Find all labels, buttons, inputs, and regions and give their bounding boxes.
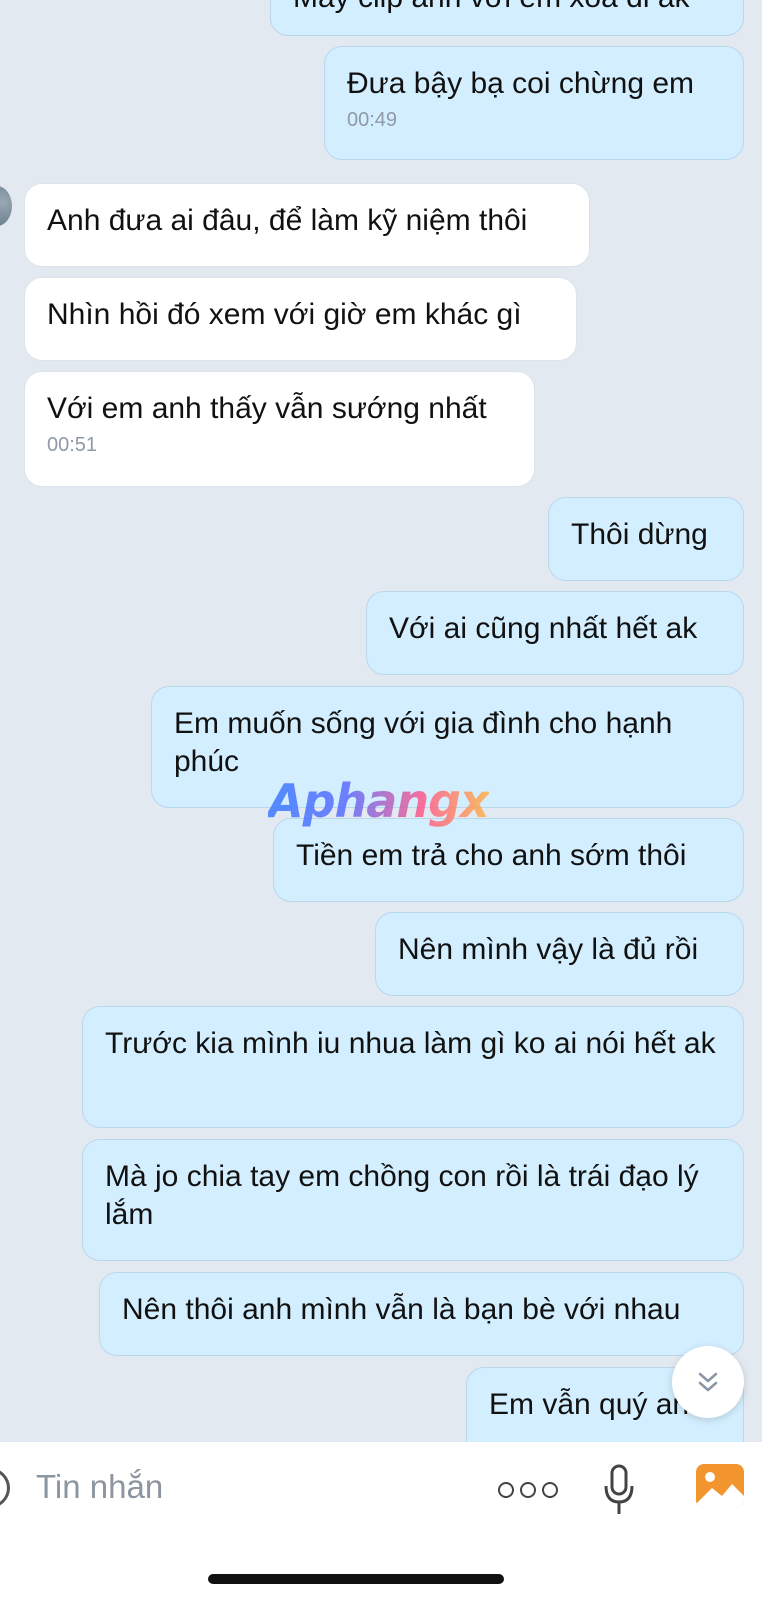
- message-text: Nên mình vậy là đủ rồi: [398, 933, 699, 966]
- message-bubble-outgoing[interactable]: Nên thôi anh mình vẫn là bạn bè với nhau: [99, 1272, 744, 1356]
- message-bubble-outgoing[interactable]: Thôi dừng: [548, 497, 744, 581]
- message-text: Mấy clip anh với em xóa đi ak: [293, 0, 721, 17]
- more-icon[interactable]: [498, 1482, 558, 1498]
- home-indicator[interactable]: [208, 1574, 504, 1584]
- message-bubble-outgoing[interactable]: Mà jo chia tay em chồng con rồi là trái …: [82, 1139, 744, 1261]
- emoji-icon[interactable]: [0, 1468, 10, 1508]
- dot: [498, 1482, 514, 1498]
- message-text: Mà jo chia tay em chồng con rồi là trái …: [105, 1160, 699, 1231]
- message-text: Thôi dừng: [571, 518, 708, 551]
- message-time: 00:51: [47, 434, 98, 456]
- message-text: Tiền em trả cho anh sớm thôi: [296, 839, 687, 872]
- message-bubble-incoming[interactable]: Với em anh thấy vẫn sướng nhất 00:51: [24, 371, 535, 487]
- image-glyph: [696, 1472, 744, 1508]
- message-bubble-outgoing[interactable]: Với ai cũng nhất hết ak: [366, 591, 744, 675]
- double-chevron-down-icon: [698, 1372, 718, 1392]
- watermark-logo: Aphangx: [268, 774, 490, 828]
- message-bubble-outgoing[interactable]: Nên mình vậy là đủ rồi: [375, 912, 744, 996]
- message-bubble-incoming[interactable]: Anh đưa ai đâu, để làm kỹ niệm thôi: [24, 183, 590, 267]
- message-text: Với ai cũng nhất hết ak: [389, 612, 698, 645]
- message-text: Anh đưa ai đâu, để làm kỹ niệm thôi: [47, 204, 528, 237]
- message-time: 00:49: [347, 109, 398, 131]
- message-text: Nhìn hồi đó xem với giờ em khác gì: [47, 298, 522, 331]
- message-list[interactable]: Mấy clip anh với em xóa đi ak Đưa bậy bạ…: [0, 0, 762, 1442]
- message-bubble-outgoing[interactable]: Trước kia mình iu nhua làm gì ko ai nói …: [82, 1006, 744, 1128]
- mic-icon[interactable]: [602, 1464, 636, 1516]
- message-bubble-outgoing[interactable]: Đưa bậy bạ coi chừng em 00:49: [324, 46, 744, 160]
- message-bubble-outgoing[interactable]: Tiền em trả cho anh sớm thôi: [273, 818, 744, 902]
- message-text: Trước kia mình iu nhua làm gì ko ai nói …: [105, 1027, 716, 1060]
- scroll-to-bottom-button[interactable]: [672, 1346, 744, 1418]
- message-bubble-incoming[interactable]: Nhìn hồi đó xem với giờ em khác gì: [24, 277, 577, 361]
- image-icon[interactable]: [696, 1464, 744, 1508]
- message-bubble-outgoing[interactable]: Mấy clip anh với em xóa đi ak: [270, 0, 744, 36]
- dot: [542, 1482, 558, 1498]
- contact-avatar[interactable]: [0, 186, 12, 226]
- dot: [520, 1482, 536, 1498]
- message-text: Với em anh thấy vẫn sướng nhất: [47, 392, 487, 425]
- message-input[interactable]: Tin nhắn: [36, 1468, 163, 1506]
- message-text: Đưa bậy bạ coi chừng em: [347, 67, 695, 100]
- message-text: Em muốn sống với gia đình cho hạnh phúc: [174, 707, 673, 778]
- message-text: Nên thôi anh mình vẫn là bạn bè với nhau: [122, 1293, 681, 1326]
